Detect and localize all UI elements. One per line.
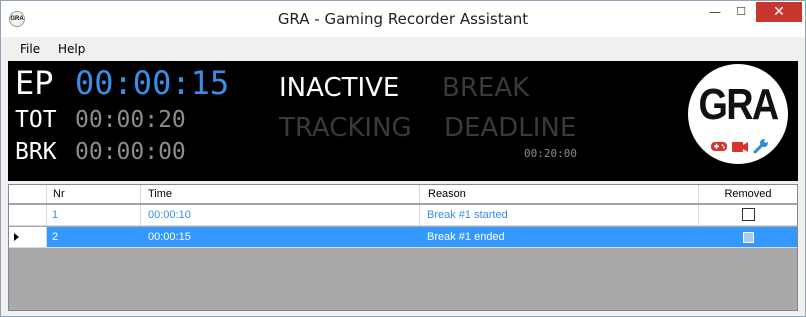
cell-time[interactable]: 00:00:10 [141, 205, 420, 225]
episode-label: EP [15, 64, 54, 102]
deadline-timer: 00:20:00 [524, 147, 577, 160]
camera-icon [732, 142, 748, 152]
menu-file[interactable]: File [20, 42, 40, 56]
status-deadline: DEADLINE [444, 113, 577, 143]
window-title: GRA - Gaming Recorder Assistant [277, 10, 529, 28]
cell-nr[interactable]: 2 [47, 227, 141, 247]
table-row-selected[interactable]: 2 00:00:15 Break #1 ended [9, 227, 797, 248]
cell-reason[interactable]: Break #1 ended [420, 227, 699, 247]
cell-time[interactable]: 00:00:15 [141, 227, 420, 247]
total-label: TOT [15, 107, 57, 133]
cell-removed[interactable] [699, 227, 797, 247]
row-header-corner[interactable] [9, 185, 47, 203]
cell-reason[interactable]: Break #1 started [420, 205, 699, 225]
total-timer: 00:00:20 [75, 107, 186, 133]
timer-panel: EP 00:00:15 TOT 00:00:20 BRK 00:00:00 IN… [8, 61, 798, 181]
column-header-reason[interactable]: Reason [420, 185, 699, 203]
column-header-time[interactable]: Time [141, 185, 420, 203]
column-header-removed[interactable]: Removed [699, 185, 797, 203]
cell-removed[interactable] [699, 205, 797, 225]
break-timer: 00:00:00 [75, 139, 186, 165]
row-selector[interactable] [9, 205, 47, 225]
minimize-button[interactable]: — [702, 2, 728, 22]
menu-help[interactable]: Help [58, 42, 85, 56]
column-header-nr[interactable]: Nr [47, 185, 141, 203]
break-label: BRK [15, 139, 57, 165]
current-row-arrow-icon [14, 233, 19, 241]
close-button[interactable]: ✕ [756, 2, 802, 22]
logo-icons [711, 139, 768, 154]
maximize-button[interactable]: ☐ [728, 2, 754, 22]
status-tracking: TRACKING [279, 113, 412, 143]
gra-logo: GRA [688, 64, 788, 164]
logo-text: GRA [698, 80, 780, 129]
episode-timer: 00:00:15 [75, 64, 230, 102]
status-inactive: INACTIVE [279, 73, 400, 103]
status-break: BREAK [442, 73, 530, 103]
events-table[interactable]: Nr Time Reason Removed 1 00:00:10 Break … [8, 184, 798, 311]
app-window: GRA GRA - Gaming Recorder Assistant — ☐ … [0, 0, 806, 317]
menu-bar: File Help [1, 37, 805, 61]
table-header: Nr Time Reason Removed [9, 185, 797, 204]
removed-checkbox[interactable] [743, 232, 754, 243]
gamepad-icon [711, 142, 727, 151]
cell-nr[interactable]: 1 [47, 205, 141, 225]
table-row[interactable]: 1 00:00:10 Break #1 started [9, 205, 797, 226]
row-selector[interactable] [9, 227, 47, 247]
wrench-icon [753, 139, 768, 154]
removed-checkbox[interactable] [742, 208, 755, 221]
title-bar[interactable]: GRA GRA - Gaming Recorder Assistant — ☐ … [1, 1, 805, 37]
